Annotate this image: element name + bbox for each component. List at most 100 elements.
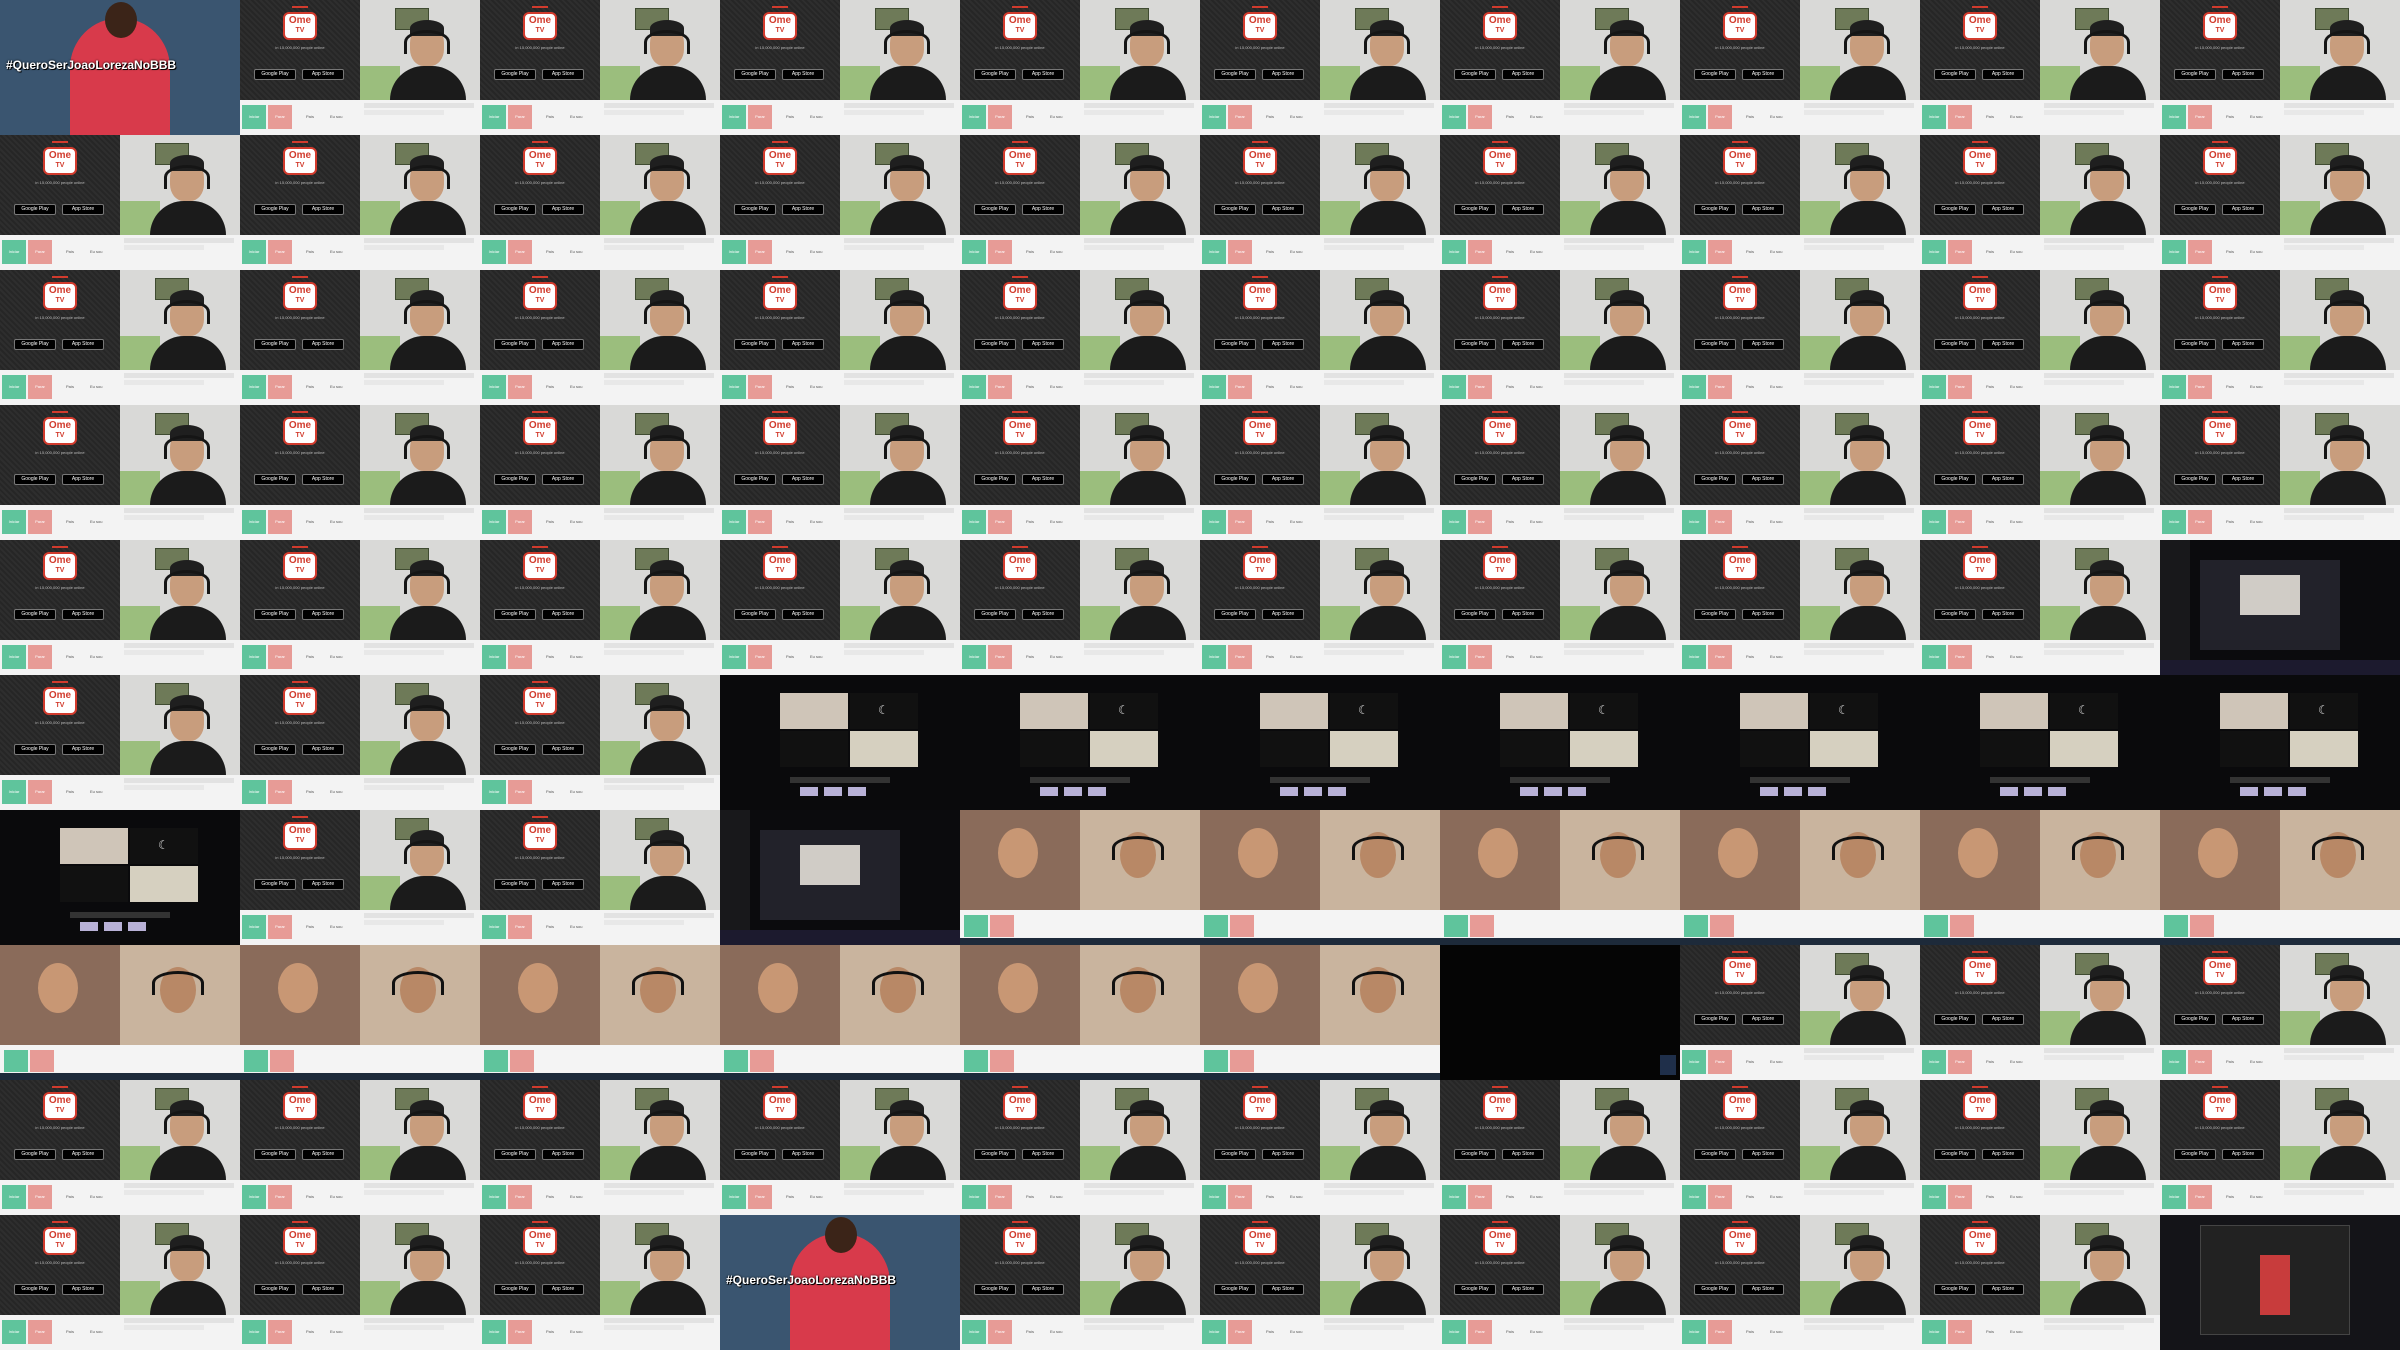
google-play-badge[interactable]: Google Play xyxy=(1454,609,1496,620)
google-play-badge[interactable]: Google Play xyxy=(254,204,296,215)
app-store-badge[interactable]: App Store xyxy=(1742,69,1784,80)
stop-button[interactable]: Parar xyxy=(1708,1185,1732,1209)
google-play-badge[interactable]: Google Play xyxy=(1694,1284,1736,1295)
country-selector[interactable]: País xyxy=(1746,384,1754,389)
country-selector[interactable]: País xyxy=(546,1194,554,1199)
google-play-badge[interactable]: Google Play xyxy=(1214,609,1256,620)
google-play-badge[interactable]: Google Play xyxy=(494,69,536,80)
google-play-badge[interactable]: Google Play xyxy=(1934,1014,1976,1025)
ometv-thumbnail[interactable]: Ome TV in 15,000,000 people online Googl… xyxy=(480,1215,720,1350)
next-button[interactable] xyxy=(1204,1050,1228,1072)
app-store-badge[interactable]: App Store xyxy=(302,1149,344,1160)
country-selector[interactable]: País xyxy=(306,384,314,389)
stop-button[interactable]: Parar xyxy=(1228,375,1252,399)
ometv-thumbnail[interactable]: Ome TV in 15,000,000 people online Googl… xyxy=(1440,0,1680,135)
country-selector[interactable]: País xyxy=(1506,519,1514,524)
gender-selector[interactable]: Eu sou xyxy=(90,384,102,389)
ometv-thumbnail[interactable]: Ome TV in 15,000,000 people online Googl… xyxy=(1680,540,1920,675)
ometv-thumbnail[interactable]: Ome TV in 15,000,000 people online Googl… xyxy=(1680,0,1920,135)
gender-selector[interactable]: Eu sou xyxy=(1530,249,1542,254)
app-store-badge[interactable]: App Store xyxy=(782,339,824,350)
ometv-thumbnail[interactable]: Ome TV in 15,000,000 people online Googl… xyxy=(2160,135,2400,270)
control-button[interactable] xyxy=(1064,787,1082,796)
country-selector[interactable]: País xyxy=(546,654,554,659)
gender-selector[interactable]: Eu sou xyxy=(1770,519,1782,524)
control-button[interactable] xyxy=(1280,787,1298,796)
country-selector[interactable]: País xyxy=(1026,114,1034,119)
next-button[interactable]: Iniciar xyxy=(2,645,26,669)
stop-button[interactable]: Parar xyxy=(748,1185,772,1209)
country-selector[interactable]: País xyxy=(1746,249,1754,254)
stop-button[interactable]: Parar xyxy=(508,1185,532,1209)
stop-button[interactable]: Parar xyxy=(28,510,52,534)
stop-button[interactable]: Parar xyxy=(508,780,532,804)
gender-selector[interactable]: Eu sou xyxy=(1770,654,1782,659)
app-store-badge[interactable]: App Store xyxy=(542,609,584,620)
gender-selector[interactable]: Eu sou xyxy=(1770,114,1782,119)
stop-button[interactable]: Parar xyxy=(1948,105,1972,129)
country-selector[interactable]: País xyxy=(2226,1194,2234,1199)
next-button[interactable]: Iniciar xyxy=(482,1185,506,1209)
ometv-thumbnail[interactable]: Ome TV in 15,000,000 people online Googl… xyxy=(1200,1080,1440,1215)
country-selector[interactable]: País xyxy=(306,1329,314,1334)
ometv-thumbnail[interactable]: Ome TV in 15,000,000 people online Googl… xyxy=(2160,945,2400,1080)
app-store-badge[interactable]: App Store xyxy=(1022,609,1064,620)
gender-selector[interactable]: Eu sou xyxy=(1770,1059,1782,1064)
next-button[interactable]: Iniciar xyxy=(2,240,26,264)
gender-selector[interactable]: Eu sou xyxy=(1770,1194,1782,1199)
app-store-badge[interactable]: App Store xyxy=(2222,1149,2264,1160)
next-button[interactable]: Iniciar xyxy=(242,915,266,939)
google-play-badge[interactable]: Google Play xyxy=(1454,1284,1496,1295)
stop-button[interactable]: Parar xyxy=(988,1320,1012,1344)
country-selector[interactable]: País xyxy=(2226,1059,2234,1064)
stop-button[interactable]: Parar xyxy=(1468,510,1492,534)
gender-selector[interactable]: Eu sou xyxy=(330,924,342,929)
stop-button[interactable]: Parar xyxy=(988,240,1012,264)
control-button[interactable] xyxy=(1040,787,1058,796)
next-button[interactable]: Iniciar xyxy=(2162,1185,2186,1209)
country-selector[interactable]: País xyxy=(546,114,554,119)
ometv-thumbnail[interactable]: Ome TV in 15,000,000 people online Googl… xyxy=(0,135,240,270)
ometv-thumbnail[interactable]: Ome TV in 15,000,000 people online Googl… xyxy=(240,405,480,540)
country-selector[interactable]: País xyxy=(1266,384,1274,389)
stop-button[interactable] xyxy=(1950,915,1974,937)
app-store-badge[interactable]: App Store xyxy=(1262,69,1304,80)
stop-button[interactable]: Parar xyxy=(268,1185,292,1209)
country-selector[interactable]: País xyxy=(2226,249,2234,254)
ometv-thumbnail[interactable]: Ome TV in 15,000,000 people online Googl… xyxy=(480,135,720,270)
stop-button[interactable]: Parar xyxy=(508,645,532,669)
app-store-badge[interactable]: App Store xyxy=(62,744,104,755)
next-button[interactable]: Iniciar xyxy=(962,1185,986,1209)
country-selector[interactable]: País xyxy=(1746,1194,1754,1199)
next-button[interactable]: Iniciar xyxy=(2,1320,26,1344)
ometv-thumbnail[interactable]: Ome TV in 15,000,000 people online Googl… xyxy=(240,810,480,945)
google-play-badge[interactable]: Google Play xyxy=(974,609,1016,620)
google-play-badge[interactable]: Google Play xyxy=(254,69,296,80)
gender-selector[interactable]: Eu sou xyxy=(1290,114,1302,119)
stop-button[interactable]: Parar xyxy=(508,510,532,534)
google-play-badge[interactable]: Google Play xyxy=(14,744,56,755)
gender-selector[interactable]: Eu sou xyxy=(570,654,582,659)
control-button[interactable] xyxy=(2024,787,2042,796)
country-selector[interactable]: País xyxy=(1266,249,1274,254)
gender-selector[interactable]: Eu sou xyxy=(1050,1329,1062,1334)
gender-selector[interactable]: Eu sou xyxy=(1290,1194,1302,1199)
stop-button[interactable]: Parar xyxy=(1468,105,1492,129)
next-button[interactable]: Iniciar xyxy=(1442,1185,1466,1209)
desktop-thumbnail[interactable] xyxy=(2160,1215,2400,1350)
ometv-thumbnail[interactable]: Ome TV in 15,000,000 people online Googl… xyxy=(480,1080,720,1215)
country-selector[interactable]: País xyxy=(786,249,794,254)
gender-selector[interactable]: Eu sou xyxy=(2250,1059,2262,1064)
google-play-badge[interactable]: Google Play xyxy=(1694,69,1736,80)
next-button[interactable]: Iniciar xyxy=(1922,240,1946,264)
app-store-badge[interactable]: App Store xyxy=(2222,1014,2264,1025)
video-chat-thumbnail[interactable] xyxy=(960,810,1200,945)
app-store-badge[interactable]: App Store xyxy=(302,339,344,350)
next-button[interactable]: Iniciar xyxy=(2,780,26,804)
app-store-badge[interactable]: App Store xyxy=(1982,1014,2024,1025)
gender-selector[interactable]: Eu sou xyxy=(2250,384,2262,389)
stop-button[interactable]: Parar xyxy=(1948,510,1972,534)
next-button[interactable]: Iniciar xyxy=(1682,645,1706,669)
gender-selector[interactable]: Eu sou xyxy=(330,384,342,389)
google-play-badge[interactable]: Google Play xyxy=(2174,204,2216,215)
